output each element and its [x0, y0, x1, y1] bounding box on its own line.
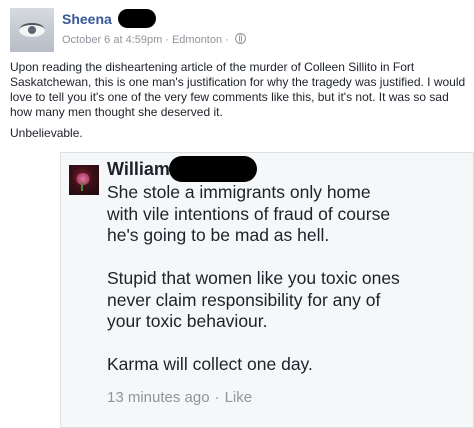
comment-text: She stole a immigrants only home with vi…	[107, 182, 467, 376]
post-text: Unbelievable.	[10, 126, 83, 140]
post-meta: October 6 at 4:59pm · Edmonton ·	[62, 33, 246, 46]
eye-photo-icon	[19, 23, 45, 37]
commenter-avatar[interactable]	[69, 165, 99, 195]
avatar[interactable]	[10, 8, 54, 52]
post-timestamp[interactable]: October 6 at 4:59pm	[62, 34, 162, 46]
redaction-mark	[169, 156, 257, 182]
redaction-mark	[118, 9, 156, 28]
post-location[interactable]: Edmonton	[172, 34, 222, 46]
comment-paragraph: Stupid that women like you toxic ones ne…	[107, 268, 400, 331]
post-author-name[interactable]: Sheena	[62, 11, 112, 27]
globe-icon[interactable]	[234, 33, 246, 44]
post-body: Upon reading the disheartening article o…	[10, 60, 466, 147]
comment: William She stole a immigrants only home…	[60, 152, 474, 428]
post-text: Upon reading the disheartening article o…	[10, 60, 466, 119]
meta-separator: ·	[165, 34, 169, 46]
like-button[interactable]: Like	[225, 389, 253, 406]
comment-paragraph: She stole a immigrants only home with vi…	[107, 182, 391, 245]
footer-separator: ·	[214, 389, 220, 406]
comment-timestamp[interactable]: 13 minutes ago	[107, 389, 210, 406]
comment-paragraph: Karma will collect one day.	[107, 354, 313, 374]
comment-footer: 13 minutes ago · Like	[107, 389, 252, 406]
meta-separator: ·	[225, 34, 229, 46]
post-header: Sheena October 6 at 4:59pm · Edmonton ·	[10, 8, 464, 52]
comment-author-name[interactable]: William	[107, 159, 170, 180]
